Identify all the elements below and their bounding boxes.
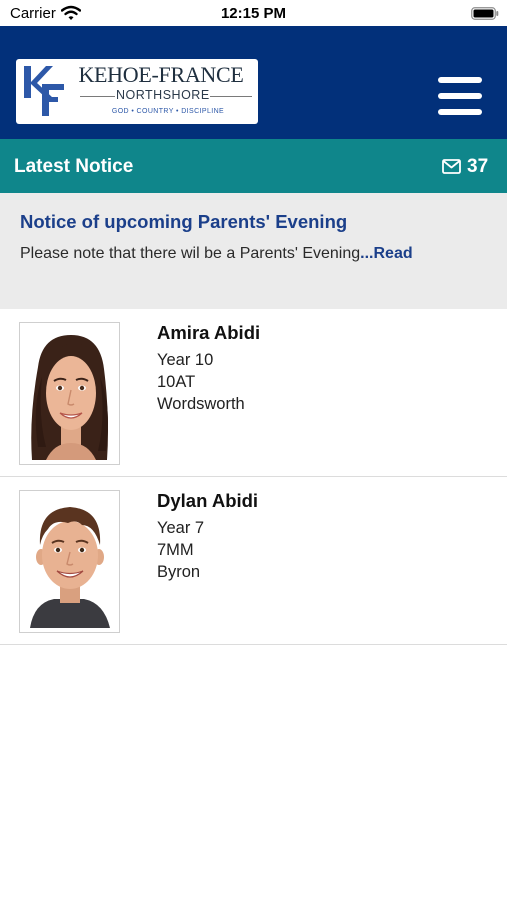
notice-count[interactable]: 37 (467, 156, 488, 178)
student-portrait-boy (24, 495, 115, 628)
student-row[interactable]: Dylan Abidi Year 7 7MM Byron (0, 477, 507, 645)
menu-bar (438, 77, 482, 83)
student-portrait-girl (24, 327, 115, 460)
student-photo (19, 490, 120, 633)
notice-preview[interactable]: Notice of upcoming Parents' Evening Plea… (0, 193, 507, 309)
clock: 12:15 PM (220, 5, 287, 22)
student-form: 7MM (157, 541, 194, 559)
notice-preview-text: Please note that there wil be a Parents'… (20, 245, 361, 262)
hamburger-menu-icon[interactable] (436, 77, 484, 115)
student-house: Byron (157, 563, 201, 581)
student-year: Year 10 (157, 351, 214, 369)
menu-bar (438, 93, 482, 99)
student-photo (19, 322, 120, 465)
read-more-link[interactable]: ...Read (360, 245, 412, 262)
kf-monogram-icon (24, 66, 64, 116)
student-year: Year 7 (157, 519, 205, 537)
student-row[interactable]: Amira Abidi Year 10 10AT Wordsworth (0, 309, 507, 477)
student-house: Wordsworth (157, 395, 245, 413)
logo-subtitle: NORTHSHORE (116, 88, 210, 102)
latest-notice-bar[interactable]: Latest Notice (0, 139, 507, 193)
student-name: Dylan Abidi (157, 490, 259, 511)
battery-icon (471, 7, 499, 20)
envelope-icon[interactable] (442, 159, 461, 174)
school-logo[interactable]: KEHOE-FRANCE NORTHSHORE GOD • COUNTRY • … (16, 59, 258, 124)
logo-motto: GOD • COUNTRY • DISCIPLINE (111, 108, 225, 115)
notice-preview-body: Please note that there wil be a Parents'… (20, 245, 413, 263)
status-bar: Carrier 12:15 PM (0, 0, 507, 26)
logo-divider-left (80, 96, 115, 97)
logo-title: KEHOE-FRANCE (78, 62, 244, 87)
app-header: KEHOE-FRANCE NORTHSHORE GOD • COUNTRY • … (0, 26, 507, 139)
latest-notice-title: Latest Notice (14, 156, 134, 177)
student-form: 10AT (157, 373, 196, 391)
logo-divider-right (210, 96, 252, 97)
notice-preview-title[interactable]: Notice of upcoming Parents' Evening (20, 211, 347, 233)
student-name: Amira Abidi (157, 322, 261, 343)
menu-bar (438, 109, 482, 115)
